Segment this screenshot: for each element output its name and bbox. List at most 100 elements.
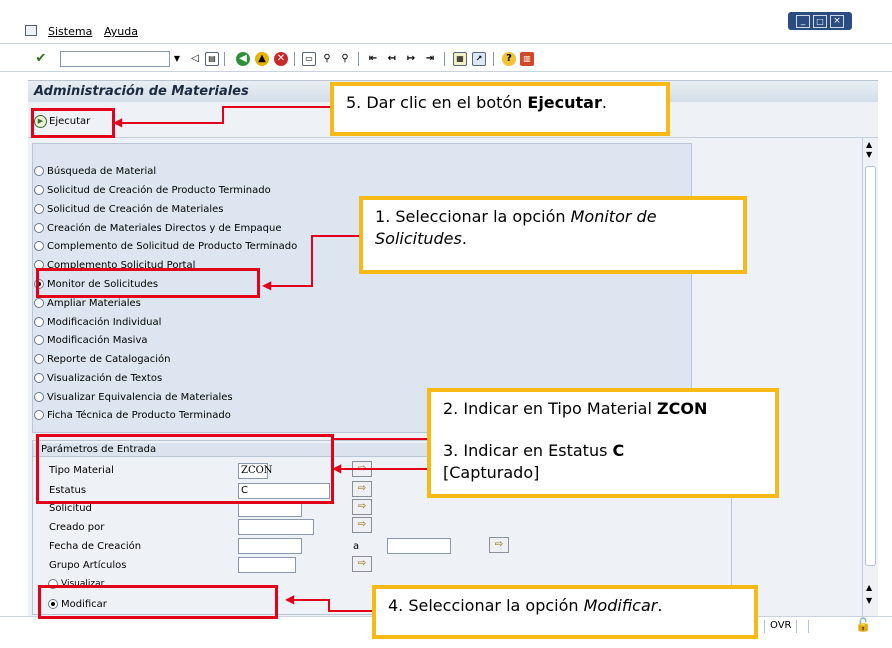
back-green-icon[interactable]: ◀ bbox=[236, 52, 250, 66]
command-dropdown-icon[interactable]: ▼ bbox=[170, 51, 184, 67]
menu-ayuda[interactable]: Ayuda bbox=[104, 25, 138, 38]
annotation-arrow-icon: ◀ bbox=[262, 278, 272, 292]
annotation-arrow-icon: ◀ bbox=[113, 115, 123, 129]
find-next-icon[interactable]: ⚲ bbox=[338, 52, 352, 66]
radio-button[interactable] bbox=[34, 185, 44, 195]
radio-button[interactable] bbox=[34, 204, 44, 214]
option-busqueda-material[interactable]: Búsqueda de Material bbox=[34, 163, 156, 179]
toolbar-separator bbox=[493, 52, 494, 66]
solicitud-label: Solicitud bbox=[49, 503, 92, 514]
status-separator bbox=[764, 620, 765, 633]
vertical-scrollbar[interactable]: ▲ ▼ ▲ ▼ bbox=[862, 138, 878, 616]
annotation-line bbox=[222, 107, 224, 124]
annotation-line bbox=[118, 122, 224, 124]
annotation-line bbox=[338, 468, 430, 470]
annotation-box-ejecutar bbox=[31, 108, 115, 138]
scroll-down-icon[interactable]: ▼ bbox=[866, 596, 872, 605]
radio-button[interactable] bbox=[34, 298, 44, 308]
toolbar: ✔ ▼ ◁ ▤ ◀ ▲ ✕ ▭ ⚲ ⚲ ⇤ ↤ ↦ ⇥ ▦ ↗ ? ▥ bbox=[0, 46, 892, 72]
annotation-box-params bbox=[36, 434, 334, 504]
grupo-articulos-select-button[interactable]: ⇨ bbox=[352, 556, 372, 572]
radio-button[interactable] bbox=[34, 410, 44, 420]
creado-por-label: Creado por bbox=[49, 522, 105, 533]
creado-por-field[interactable] bbox=[238, 519, 314, 535]
annotation-line bbox=[328, 610, 376, 612]
annotation-box-modificar bbox=[38, 585, 278, 619]
estatus-select-button[interactable]: ⇨ bbox=[352, 481, 372, 497]
exit-icon[interactable]: ▲ bbox=[255, 52, 269, 66]
toolbar-separator bbox=[358, 52, 359, 66]
annotation-line bbox=[311, 235, 361, 237]
radio-button[interactable] bbox=[34, 335, 44, 345]
option-reporte-catalogacion[interactable]: Reporte de Catalogación bbox=[34, 351, 170, 367]
first-page-icon[interactable]: ⇤ bbox=[366, 52, 380, 66]
back-icon[interactable]: ◁ bbox=[188, 52, 202, 66]
annotation-line bbox=[292, 599, 330, 601]
radio-button[interactable] bbox=[34, 354, 44, 364]
grupo-articulos-label: Grupo Artículos bbox=[49, 560, 127, 571]
new-session-icon[interactable]: ▦ bbox=[453, 52, 467, 66]
option-ficha-tecnica[interactable]: Ficha Técnica de Producto Terminado bbox=[34, 407, 231, 423]
callout-step-4: 4. Seleccionar la opción Modificar. bbox=[372, 585, 758, 639]
fecha-creacion-to-field[interactable] bbox=[387, 538, 451, 554]
status-separator bbox=[808, 620, 809, 633]
callout-step-2: 2. Indicar en Tipo Material ZCON bbox=[443, 399, 708, 418]
layout-icon[interactable]: ▥ bbox=[520, 52, 534, 66]
option-visualizacion-textos[interactable]: Visualización de Textos bbox=[34, 370, 162, 386]
solicitud-select-button[interactable]: ⇨ bbox=[352, 499, 372, 515]
fecha-select-button[interactable]: ⇨ bbox=[489, 537, 509, 553]
fecha-creacion-label: Fecha de Creación bbox=[49, 541, 142, 552]
callout-step-5: 5. Dar clic en el botón Ejecutar. bbox=[330, 82, 670, 136]
option-modificacion-masiva[interactable]: Modificación Masiva bbox=[34, 332, 148, 348]
window-controls: _ □ × bbox=[788, 12, 852, 30]
callout-step-3: 3. Indicar en Estatus C bbox=[443, 441, 625, 460]
radio-button[interactable] bbox=[34, 317, 44, 327]
scroll-up-icon[interactable]: ▲ bbox=[866, 583, 872, 592]
scroll-up-icon[interactable]: ▲ bbox=[866, 140, 872, 149]
option-materiales-directos[interactable]: Creación de Materiales Directos y de Emp… bbox=[34, 220, 282, 236]
menu-sistema[interactable]: Sistema bbox=[48, 25, 92, 38]
last-page-icon[interactable]: ⇥ bbox=[423, 52, 437, 66]
radio-button[interactable] bbox=[34, 373, 44, 383]
creado-por-select-button[interactable]: ⇨ bbox=[352, 517, 372, 533]
check-icon[interactable]: ✔ bbox=[34, 52, 48, 66]
cancel-icon[interactable]: ✕ bbox=[274, 52, 288, 66]
radio-button[interactable] bbox=[34, 241, 44, 251]
menu-bar: Sistema Ayuda bbox=[0, 20, 892, 44]
annotation-line bbox=[268, 285, 312, 287]
radio-button[interactable] bbox=[34, 223, 44, 233]
scroll-thumb[interactable] bbox=[865, 166, 876, 566]
help-icon[interactable]: ? bbox=[502, 52, 516, 66]
annotation-line bbox=[311, 236, 313, 287]
print-icon[interactable]: ▭ bbox=[302, 52, 316, 66]
scroll-down-icon[interactable]: ▼ bbox=[866, 150, 872, 159]
toolbar-separator bbox=[294, 52, 295, 66]
status-separator bbox=[796, 620, 797, 633]
radio-button[interactable] bbox=[34, 166, 44, 176]
maximize-icon[interactable]: □ bbox=[813, 14, 827, 28]
radio-button[interactable] bbox=[34, 392, 44, 402]
grupo-articulos-field[interactable] bbox=[238, 557, 296, 573]
callout-step-3-cont: [Capturado] bbox=[443, 463, 540, 482]
command-field[interactable] bbox=[60, 51, 170, 67]
option-solicitud-producto-terminado[interactable]: Solicitud de Creación de Producto Termin… bbox=[34, 182, 271, 198]
menu-icon[interactable] bbox=[25, 25, 37, 36]
next-page-icon[interactable]: ↦ bbox=[404, 52, 418, 66]
option-solicitud-materiales[interactable]: Solicitud de Creación de Materiales bbox=[34, 201, 224, 217]
fecha-range-label: a bbox=[353, 541, 360, 552]
ovr-indicator: OVR bbox=[770, 620, 792, 631]
page-title: Administración de Materiales bbox=[34, 84, 249, 99]
option-visualizar-equivalencia[interactable]: Visualizar Equivalencia de Materiales bbox=[34, 389, 233, 405]
prev-page-icon[interactable]: ↤ bbox=[385, 52, 399, 66]
callout-steps-2-3: 2. Indicar en Tipo Material ZCON 3. Indi… bbox=[427, 388, 779, 498]
annotation-box-monitor bbox=[36, 268, 260, 298]
close-icon[interactable]: × bbox=[830, 14, 844, 28]
toolbar-separator bbox=[444, 52, 445, 66]
option-modificacion-individual[interactable]: Modificación Individual bbox=[34, 314, 161, 330]
find-icon[interactable]: ⚲ bbox=[320, 52, 334, 66]
save-icon[interactable]: ▤ bbox=[205, 52, 219, 66]
option-complemento-producto[interactable]: Complemento de Solicitud de Producto Ter… bbox=[34, 238, 297, 254]
minimize-icon[interactable]: _ bbox=[796, 14, 810, 28]
shortcut-icon[interactable]: ↗ bbox=[472, 52, 486, 66]
fecha-creacion-from-field[interactable] bbox=[238, 538, 302, 554]
